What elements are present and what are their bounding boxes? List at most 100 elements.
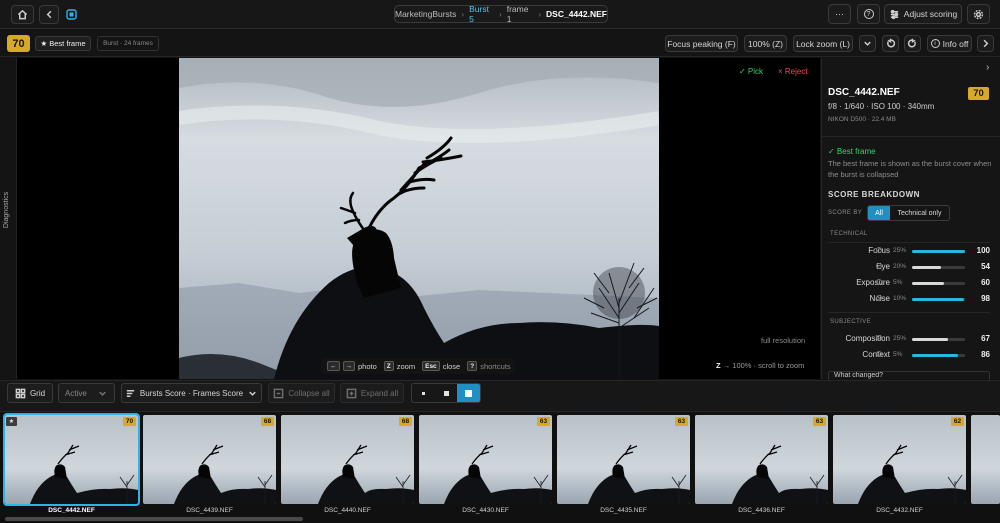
filmstrip-thumbnail[interactable] [419,415,552,504]
expand-icon [346,388,357,398]
info-icon[interactable]: i [876,263,882,269]
score-by-all-option[interactable]: All [868,206,890,220]
adjust-scoring-button[interactable]: Adjust scoring [884,4,962,24]
info-icon[interactable]: i [876,335,882,341]
metric-bar-track [912,298,965,301]
filmstrip-thumbnail[interactable] [695,415,828,504]
collapse-icon [273,388,284,398]
breadcrumb-project[interactable]: MarketingBursts [395,9,456,19]
info-icon[interactable]: i [876,247,882,253]
expand-all-button[interactable]: Expand all [340,383,404,403]
metric-value: 67 [981,334,990,343]
score-by-technical-option[interactable]: Technical only [890,206,949,220]
metric-bar-fill [912,338,948,341]
breadcrumb-burst[interactable]: Burst 5 [469,4,494,24]
full-resolution-label: full resolution [761,336,806,345]
score-breakdown-title: SCORE BREAKDOWN [828,190,920,199]
filmstrip-thumbnail[interactable] [281,415,414,504]
active-filter-select[interactable]: Active [58,383,115,403]
adjust-scoring-label: Adjust scoring [903,9,958,19]
info-toggle-label: Info off [942,38,969,49]
chevron-down-icon [249,391,256,396]
home-button[interactable] [11,5,34,24]
reject-button[interactable]: × Reject [778,67,808,76]
subjective-section-label: SUBJECTIVE [830,319,872,325]
pick-button[interactable]: ✓ Pick [739,67,763,76]
shortcut-zoom-label: zoom [396,361,416,371]
lock-zoom-button[interactable]: Lock zoom (L) [793,35,853,52]
metric-bar-fill [912,266,941,269]
thumbnail-score-badge: 63 [675,417,688,426]
more-options-button[interactable]: ··· [828,4,851,24]
metric-bar-track [912,250,965,253]
metric-bar-track [912,354,965,357]
elk-silhouette-image [179,58,659,379]
zoom-100-button[interactable]: 100% (Z) [744,35,787,52]
filmstrip-thumbnail-partial[interactable] [971,415,1000,504]
shortcut-shortcuts-label: shortcuts [480,361,511,371]
panel-divider [821,136,1000,137]
focus-peaking-button[interactable]: Focus peaking (F) [665,35,738,52]
collapse-all-label: Collapse all [288,388,330,398]
filmstrip-thumbnail[interactable] [143,415,276,504]
info-toggle-button[interactable]: i Info off [927,35,972,52]
help-button[interactable]: ? [857,4,880,24]
thumbnail-filename: DSC_4432.NEF [876,507,923,514]
size-large-icon [465,389,473,397]
key-esc: Esc [422,361,440,371]
thumbnail-score-badge: 70 [123,417,136,426]
section-divider [828,312,990,313]
info-icon[interactable]: i [876,295,882,301]
key-left: ← [327,361,340,371]
settings-button[interactable] [967,4,990,24]
thumbnail-filename: DSC_4436.NEF [738,507,785,514]
back-button[interactable] [39,5,59,24]
size-small-option[interactable] [412,384,435,402]
rotate-right-icon [907,38,916,48]
thumbnail-score-badge: 63 [537,417,550,426]
info-icon[interactable]: i [876,279,882,285]
metric-row-focus: Focus i 25% 100 [821,246,1000,258]
expand-panel-button[interactable] [977,35,994,52]
main-photo[interactable] [179,58,659,379]
metric-row-noise: Noise i 10% 98 [821,294,1000,306]
camera-info: NIKON D500 · 22.4 MB [828,116,896,123]
breadcrumb-separator: › [499,9,502,19]
active-filter-value: Active [65,388,87,398]
score-by-label: SCORE BY [828,210,863,216]
zoom-dropdown-button[interactable] [859,35,876,52]
filmstrip-scrollbar[interactable] [5,517,303,521]
rotate-left-button[interactable] [882,35,899,52]
metric-weight: 25% [893,247,907,254]
grid-button-label: Grid [29,388,46,398]
shortcut-close-label: close [442,361,461,371]
sort-select[interactable]: Bursts Score · Frames Score [121,383,262,403]
collapse-panel-button[interactable]: › [986,62,989,73]
grid-button[interactable]: Grid [7,383,53,403]
filmstrip-thumbnail[interactable] [557,415,690,504]
collapse-all-button[interactable]: Collapse all [268,383,335,403]
breadcrumb: MarketingBursts › Burst 5 › frame 1 › DS… [394,4,608,24]
metric-value: 54 [981,262,990,271]
size-medium-icon [443,390,449,396]
breadcrumb-frame[interactable]: frame 1 [507,4,534,24]
filmstrip-thumbnail[interactable] [833,415,966,504]
zoom-hint-key: Z [716,361,721,370]
best-frame-star-icon: ★ [6,417,17,426]
sort-icon [126,389,135,397]
metric-weight: 5% [893,351,903,358]
size-large-option[interactable] [457,384,480,402]
rotate-right-button[interactable] [904,35,921,52]
exif-summary: f/8 · 1/640 · ISO 100 · 340mm [828,102,935,111]
best-frame-title: ✓ Best frame [828,147,876,156]
diagnostics-tab[interactable]: Diagnostics [3,180,13,240]
size-medium-option[interactable] [435,384,458,402]
help-icon: ? [863,9,874,19]
metric-row-context: Context i 5% 86 [821,350,1000,362]
burst-count-tag: Burst · 24 frames [97,36,159,51]
info-icon[interactable]: i [876,351,882,357]
metric-bar-fill [912,298,964,301]
filmstrip-thumbnail[interactable] [3,413,140,506]
thumbnail-filename: DSC_4440.NEF [324,507,371,514]
metric-value: 98 [981,294,990,303]
